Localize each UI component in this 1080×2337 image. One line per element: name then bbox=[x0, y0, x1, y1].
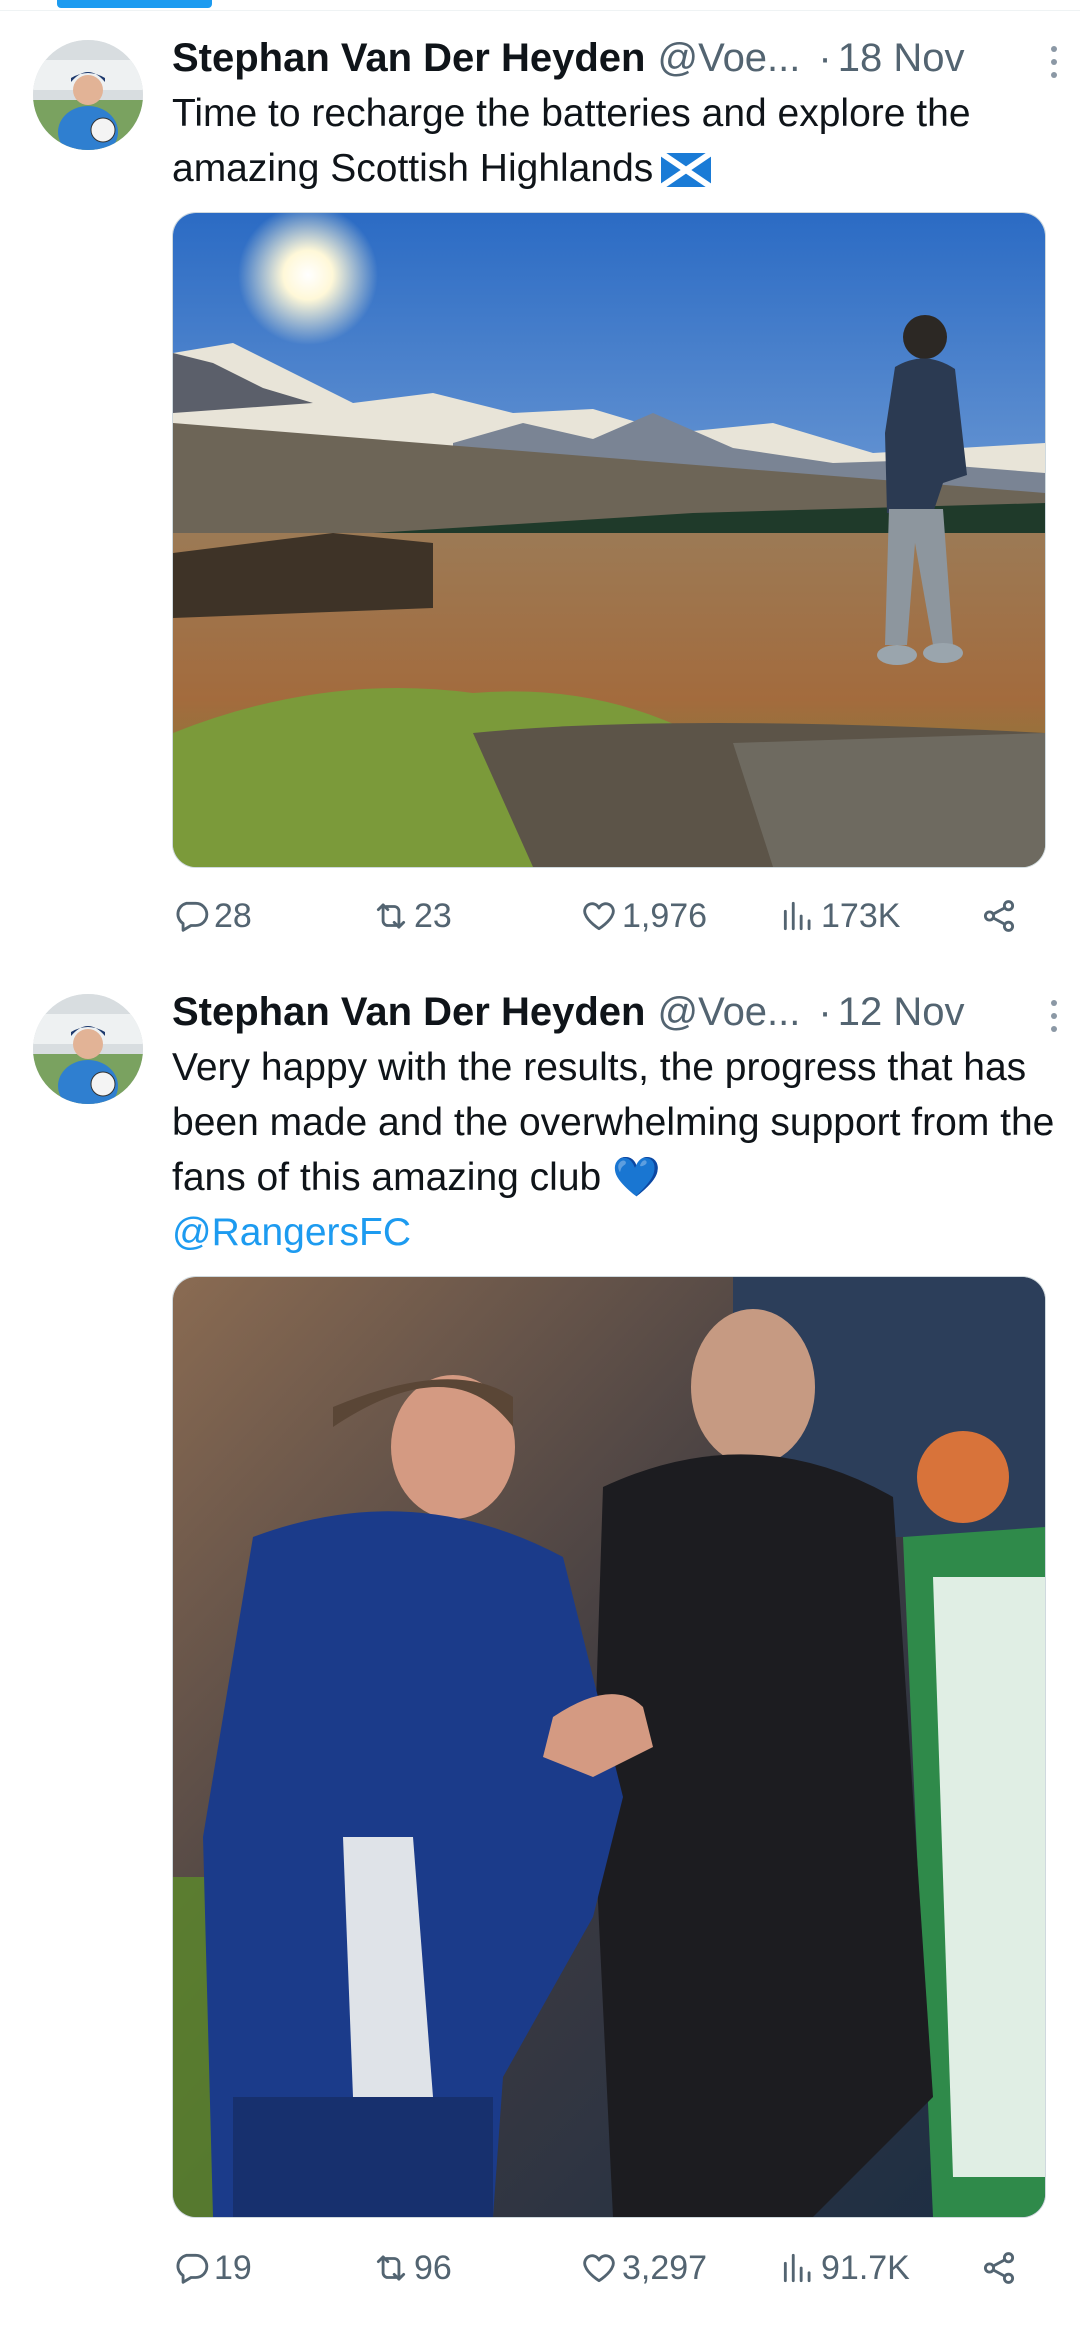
like-icon bbox=[583, 2254, 615, 2283]
author-name[interactable]: Stephan Van Der Heyden bbox=[172, 990, 645, 1035]
reply-button[interactable]: 19 bbox=[172, 2240, 252, 2296]
like-button[interactable]: 3,297 bbox=[580, 2240, 707, 2296]
view-count: 173K bbox=[821, 896, 901, 935]
repost-button[interactable]: 23 bbox=[372, 888, 452, 944]
like-count: 3,297 bbox=[622, 2248, 708, 2287]
mention-link[interactable]: @RangersFC bbox=[172, 1205, 1060, 1260]
more-icon[interactable] bbox=[1036, 40, 1072, 84]
views-icon bbox=[783, 2253, 811, 2283]
repost-count: 96 bbox=[414, 2248, 452, 2287]
reply-icon bbox=[176, 901, 209, 932]
share-icon bbox=[983, 900, 1015, 932]
tweet-body: Very happy with the results, the progres… bbox=[172, 1046, 1055, 1199]
tweet-body: Time to recharge the batteries and explo… bbox=[172, 92, 971, 190]
repost-icon bbox=[376, 2255, 406, 2281]
repost-button[interactable]: 96 bbox=[372, 2240, 452, 2296]
views-button[interactable]: 91.7K bbox=[779, 2240, 910, 2296]
share-icon bbox=[983, 2252, 1015, 2284]
tab-active-indicator bbox=[57, 0, 212, 8]
view-count: 91.7K bbox=[821, 2248, 910, 2287]
like-button[interactable]: 1,976 bbox=[580, 888, 707, 944]
like-count: 1,976 bbox=[622, 896, 708, 935]
avatar[interactable] bbox=[33, 994, 143, 1104]
more-icon[interactable] bbox=[1036, 994, 1072, 1038]
views-icon bbox=[783, 901, 811, 931]
tweet-photo[interactable] bbox=[172, 212, 1046, 868]
views-button[interactable]: 173K bbox=[779, 888, 900, 944]
repost-count: 23 bbox=[414, 896, 452, 935]
repost-icon bbox=[376, 903, 406, 929]
tweet-photo[interactable] bbox=[172, 1276, 1046, 2218]
tweet-actions: 19 96 3,297 91.7K bbox=[172, 2240, 1032, 2296]
author-name[interactable]: Stephan Van Der Heyden bbox=[172, 36, 645, 81]
author-handle[interactable]: @Voe... bbox=[657, 36, 800, 81]
tweet-header: Stephan Van Der Heyden @Voe... · 18 Nov bbox=[172, 30, 1060, 86]
reply-count: 19 bbox=[214, 2248, 252, 2287]
like-icon bbox=[583, 902, 615, 931]
separator-dot: · bbox=[818, 35, 832, 80]
scotland-flag-icon bbox=[659, 147, 713, 202]
timestamp[interactable]: 12 Nov bbox=[838, 990, 965, 1035]
author-handle[interactable]: @Voe... bbox=[657, 990, 800, 1035]
share-button[interactable] bbox=[980, 888, 1022, 944]
avatar-photo bbox=[33, 994, 143, 1104]
tweet-text: Time to recharge the batteries and explo… bbox=[172, 86, 1060, 202]
highlands-photo bbox=[173, 213, 1045, 867]
divider bbox=[0, 10, 1080, 11]
separator-dot: · bbox=[818, 989, 832, 1034]
reply-button[interactable]: 28 bbox=[172, 888, 252, 944]
reply-icon bbox=[176, 2253, 209, 2284]
tweet-header: Stephan Van Der Heyden @Voe... · 12 Nov bbox=[172, 984, 1060, 1040]
coaches-photo bbox=[173, 1277, 1045, 2217]
avatar[interactable] bbox=[33, 40, 143, 150]
share-button[interactable] bbox=[980, 2240, 1022, 2296]
avatar-photo bbox=[33, 40, 143, 150]
tweet-text: Very happy with the results, the progres… bbox=[172, 1040, 1060, 1260]
timestamp[interactable]: 18 Nov bbox=[838, 36, 965, 81]
tweet-actions: 28 23 1,976 173K bbox=[172, 888, 1032, 944]
reply-count: 28 bbox=[214, 896, 252, 935]
